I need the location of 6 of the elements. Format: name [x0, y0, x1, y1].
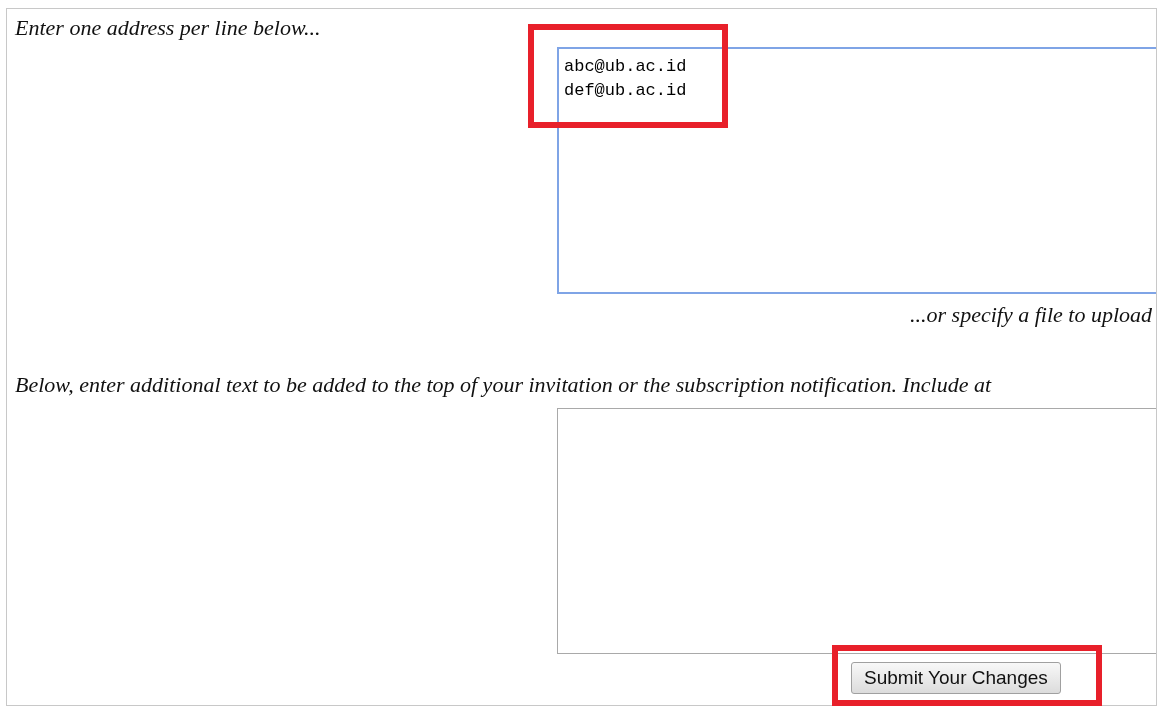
- address-textarea[interactable]: abc@ub.ac.id def@ub.ac.id: [557, 47, 1156, 294]
- field-label: Below, enter additional text to be added to the top of your invitation or the subscription notification. Include at: [15, 372, 991, 398]
- field-label: Enter one address per line below...: [15, 15, 321, 41]
- message-textarea[interactable]: [557, 408, 1156, 654]
- upload-hint: ...or specify a file to upload: [910, 302, 1152, 328]
- submit-button[interactable]: Submit Your Changes: [851, 662, 1061, 694]
